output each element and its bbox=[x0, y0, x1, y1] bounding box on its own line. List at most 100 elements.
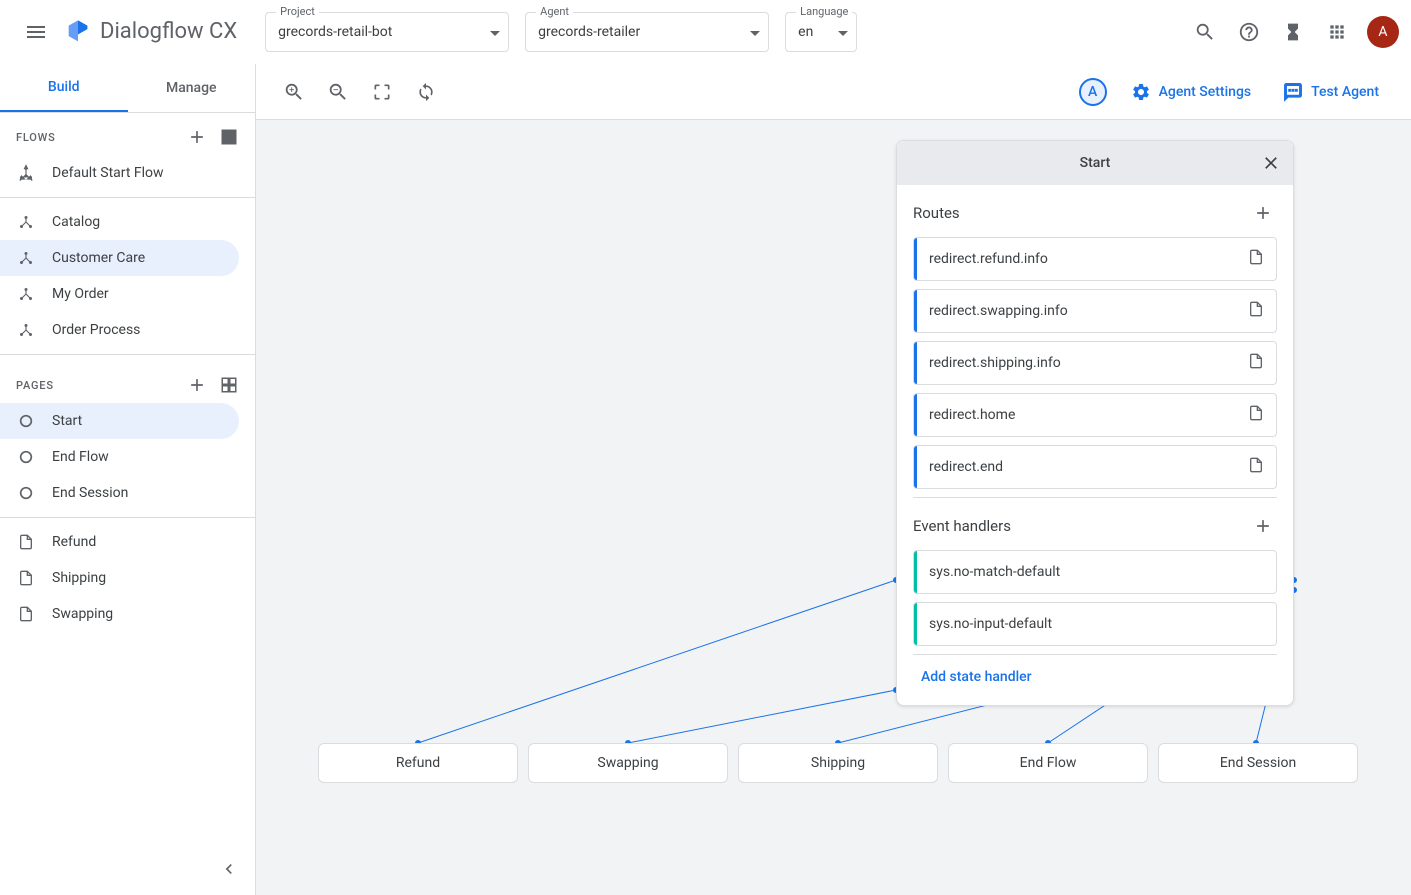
event-label: sys.no-match-default bbox=[929, 564, 1264, 580]
agent-value: grecords-retailer bbox=[538, 24, 640, 40]
tab-build[interactable]: Build bbox=[0, 64, 128, 112]
page-grid-icon[interactable] bbox=[215, 371, 243, 399]
agent-settings-button[interactable]: Agent Settings bbox=[1123, 74, 1259, 110]
add-route-icon[interactable] bbox=[1249, 199, 1277, 227]
page-doc-icon bbox=[16, 570, 36, 586]
agent-settings-label: Agent Settings bbox=[1159, 84, 1251, 100]
test-agent-button[interactable]: Test Agent bbox=[1275, 74, 1387, 110]
product-name: Dialogflow CX bbox=[100, 19, 237, 44]
routes-section-header: Routes bbox=[897, 185, 1293, 237]
dropdown-icon bbox=[838, 24, 848, 40]
route-label: redirect.refund.info bbox=[929, 251, 1248, 267]
agent-selector[interactable]: Agent grecords-retailer bbox=[525, 12, 769, 52]
menu-icon[interactable] bbox=[12, 8, 60, 56]
page-swapping[interactable]: Swapping bbox=[0, 596, 255, 632]
route-item[interactable]: redirect.shipping.info bbox=[913, 341, 1277, 385]
language-selector[interactable]: Language en bbox=[785, 12, 857, 52]
flow-order-process[interactable]: Order Process bbox=[0, 312, 255, 348]
route-label: redirect.swapping.info bbox=[929, 303, 1248, 319]
product-logo[interactable]: Dialogflow CX bbox=[64, 18, 237, 46]
flow-icon bbox=[16, 285, 36, 303]
flow-catalog[interactable]: Catalog bbox=[0, 204, 255, 240]
node-label: Swapping bbox=[597, 755, 658, 771]
circle-icon bbox=[16, 413, 36, 429]
zoom-out-icon[interactable] bbox=[324, 78, 352, 106]
page-end-flow[interactable]: End Flow bbox=[0, 439, 255, 475]
route-label: redirect.home bbox=[929, 407, 1248, 423]
flow-icon bbox=[16, 321, 36, 339]
flow-label: My Order bbox=[52, 286, 109, 302]
canvas-node-end-flow[interactable]: End Flow bbox=[948, 743, 1148, 783]
route-item[interactable]: redirect.home bbox=[913, 393, 1277, 437]
page-end-session[interactable]: End Session bbox=[0, 475, 255, 511]
route-item[interactable]: redirect.swapping.info bbox=[913, 289, 1277, 333]
node-title: Start bbox=[1080, 155, 1111, 171]
event-item[interactable]: sys.no-match-default bbox=[913, 550, 1277, 594]
sidebar: Build Manage FLOWS Default Start Flow Ca… bbox=[0, 64, 256, 895]
page-doc-icon bbox=[1248, 457, 1264, 477]
hourglass-icon[interactable] bbox=[1271, 10, 1315, 54]
add-flow-icon[interactable] bbox=[183, 123, 211, 151]
node-label: Refund bbox=[396, 755, 440, 771]
add-event-icon[interactable] bbox=[1249, 512, 1277, 540]
flow-customer-care[interactable]: Customer Care bbox=[0, 240, 239, 276]
flow-my-order[interactable]: My Order bbox=[0, 276, 255, 312]
top-bar: Dialogflow CX Project grecords-retail-bo… bbox=[0, 0, 1411, 64]
dropdown-icon bbox=[750, 24, 760, 40]
user-avatar[interactable]: A bbox=[1367, 16, 1399, 48]
canvas-node-swapping[interactable]: Swapping bbox=[528, 743, 728, 783]
circle-icon bbox=[16, 449, 36, 465]
reset-icon[interactable] bbox=[412, 78, 440, 106]
event-item[interactable]: sys.no-input-default bbox=[913, 602, 1277, 646]
tab-manage[interactable]: Manage bbox=[128, 64, 256, 112]
route-item[interactable]: redirect.refund.info bbox=[913, 237, 1277, 281]
agent-initial-badge[interactable]: A bbox=[1079, 78, 1107, 106]
page-shipping[interactable]: Shipping bbox=[0, 560, 255, 596]
fit-screen-icon[interactable] bbox=[368, 78, 396, 106]
pages-header: PAGES bbox=[0, 361, 255, 403]
gear-icon bbox=[1131, 82, 1151, 102]
flow-label: Order Process bbox=[52, 322, 140, 338]
collapse-sidebar-icon[interactable] bbox=[215, 855, 243, 883]
project-label: Project bbox=[276, 5, 319, 18]
page-label: End Session bbox=[52, 485, 128, 501]
dropdown-icon bbox=[490, 24, 500, 40]
canvas-node-refund[interactable]: Refund bbox=[318, 743, 518, 783]
add-state-handler-button[interactable]: Add state handler bbox=[897, 655, 1293, 705]
zoom-in-icon[interactable] bbox=[280, 78, 308, 106]
canvas-node-end-session[interactable]: End Session bbox=[1158, 743, 1358, 783]
close-icon[interactable] bbox=[1257, 149, 1285, 177]
page-doc-icon bbox=[1248, 405, 1264, 425]
node-label: End Flow bbox=[1020, 755, 1077, 771]
page-start[interactable]: Start bbox=[0, 403, 239, 439]
chat-icon bbox=[1283, 82, 1303, 102]
flow-default-start[interactable]: Default Start Flow bbox=[0, 155, 255, 191]
node-header[interactable]: Start bbox=[897, 141, 1293, 185]
canvas-toolbar: A Agent Settings Test Agent bbox=[256, 64, 1411, 120]
search-icon[interactable] bbox=[1183, 10, 1227, 54]
flow-icon bbox=[16, 249, 36, 267]
dialogflow-icon bbox=[64, 18, 92, 46]
project-value: grecords-retail-bot bbox=[278, 24, 392, 40]
circle-icon bbox=[16, 485, 36, 501]
project-selector[interactable]: Project grecords-retail-bot bbox=[265, 12, 509, 52]
page-doc-icon bbox=[1248, 301, 1264, 321]
flow-label: Customer Care bbox=[52, 250, 145, 266]
flow-canvas[interactable]: Start Routes redirect.refund.info redire… bbox=[256, 120, 1411, 895]
page-refund[interactable]: Refund bbox=[0, 524, 255, 560]
node-label: End Session bbox=[1220, 755, 1296, 771]
help-icon[interactable] bbox=[1227, 10, 1271, 54]
canvas-node-shipping[interactable]: Shipping bbox=[738, 743, 938, 783]
page-doc-icon bbox=[1248, 353, 1264, 373]
test-agent-label: Test Agent bbox=[1311, 84, 1379, 100]
agent-label: Agent bbox=[536, 5, 573, 18]
page-label: End Flow bbox=[52, 449, 109, 465]
route-item[interactable]: redirect.end bbox=[913, 445, 1277, 489]
page-doc-icon bbox=[1248, 249, 1264, 269]
flow-icon bbox=[16, 213, 36, 231]
flow-grid-icon[interactable] bbox=[215, 123, 243, 151]
apps-icon[interactable] bbox=[1315, 10, 1359, 54]
events-title: Event handlers bbox=[913, 517, 1011, 535]
flow-label: Catalog bbox=[52, 214, 100, 230]
add-page-icon[interactable] bbox=[183, 371, 211, 399]
